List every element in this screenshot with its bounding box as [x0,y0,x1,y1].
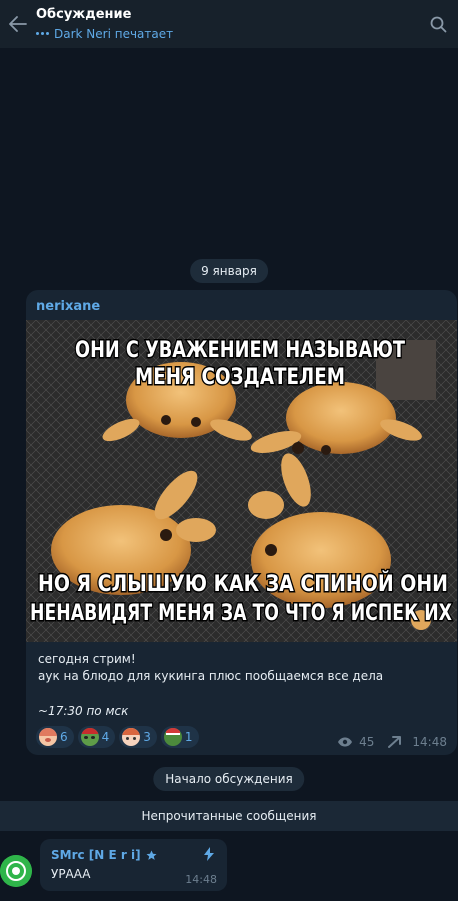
meme-image: ОНИ С УВАЖЕНИЕМ НАЗЫВАЮТ МЕНЯ СОЗДАТЕЛЕМ… [26,320,457,642]
reaction-4[interactable]: 1 [160,726,199,748]
post-image[interactable]: ОНИ С УВАЖЕНИЕМ НАЗЫВАЮТ МЕНЯ СОЗДАТЕЛЕМ… [26,320,457,642]
post-text: сегодня стрим! аук на блюдо для кукинга … [38,651,383,685]
date-separator: 9 января [190,259,268,283]
comment-time: 14:48 [185,873,217,886]
comment-text: УРАAA [51,867,91,881]
discussion-start-label: Начало обсуждения [153,767,305,791]
search-icon [430,16,446,32]
views-icon [337,737,353,747]
reaction-3[interactable]: 3 [119,726,157,748]
views-count: 45 [359,735,375,749]
post-text-line-2: аук на блюдо для кукинга плюс пообщаемся… [38,669,384,683]
search-button[interactable] [418,0,458,48]
typing-status-text: Dark Neri печатает [54,26,174,41]
post-meta: 45 14:48 [337,735,447,749]
star-icon [146,850,157,860]
meme-caption-top-2: МЕНЯ СОЗДАТЕЛЕМ [135,365,345,390]
reaction-count: 1 [184,730,193,744]
reactions: 6 4 3 1 [36,726,199,748]
reaction-count: 6 [60,730,68,744]
back-button[interactable] [0,0,36,48]
typing-status: Dark Neri печатает [36,26,418,42]
unread-messages-bar: Непрочитанные сообщения [0,801,458,831]
header-info[interactable]: Обсуждение Dark Neri печатает [36,7,418,42]
post-text-line-1: сегодня стрим! [38,652,136,666]
comment-bubble[interactable]: SMrc [N E r i] УРАAA 14:48 [40,839,227,891]
boost-icon [204,847,214,861]
typing-dots-icon [36,32,49,35]
avatar[interactable] [0,855,32,887]
meme-caption-top-1: ОНИ С УВАЖЕНИЕМ НАЗЫВАЮТ [75,338,405,363]
share-icon[interactable] [388,735,402,749]
arrow-left-icon [9,16,27,32]
reaction-2[interactable]: 4 [77,726,116,748]
reaction-count: 4 [101,730,110,744]
reaction-1[interactable]: 6 [36,726,74,748]
channel-post[interactable]: nerixane ОНИ С УВАЖЕНИЕМ НАЗЫВАЮТ МЕНЯ С… [26,290,457,755]
post-time: 14:48 [412,735,447,749]
meme-caption-bottom-1: НО Я СЛЫШУЮ КАК ЗА СПИНОЙ ОНИ [38,571,448,597]
chat-header: Обсуждение Dark Neri печатает [0,0,458,48]
chat-area[interactable]: 9 января nerixane ОНИ С УВАЖЕНИЕМ НАЗЫВА… [0,48,458,901]
comment-author[interactable]: SMrc [N E r i] [51,848,157,862]
reaction-count: 3 [143,730,151,744]
chat-title: Обсуждение [36,6,132,22]
post-author[interactable]: nerixane [26,290,457,320]
pepe-santa-hat-emoji-icon [163,728,182,746]
post-time-note: ~17:30 по мск [38,704,129,718]
comment-author-name: SMrc [N E r i] [51,848,141,862]
girl-emoji-icon [39,728,57,746]
meme-caption-bottom-2: НЕНАВИДЯТ МЕНЯ ЗА ТО ЧТО Я ИСПЕК ИХ [30,601,452,626]
anime-girl-emoji-icon [122,728,141,746]
avatar-logo-icon [0,855,32,887]
pepe-santa-emoji-icon [80,728,99,746]
